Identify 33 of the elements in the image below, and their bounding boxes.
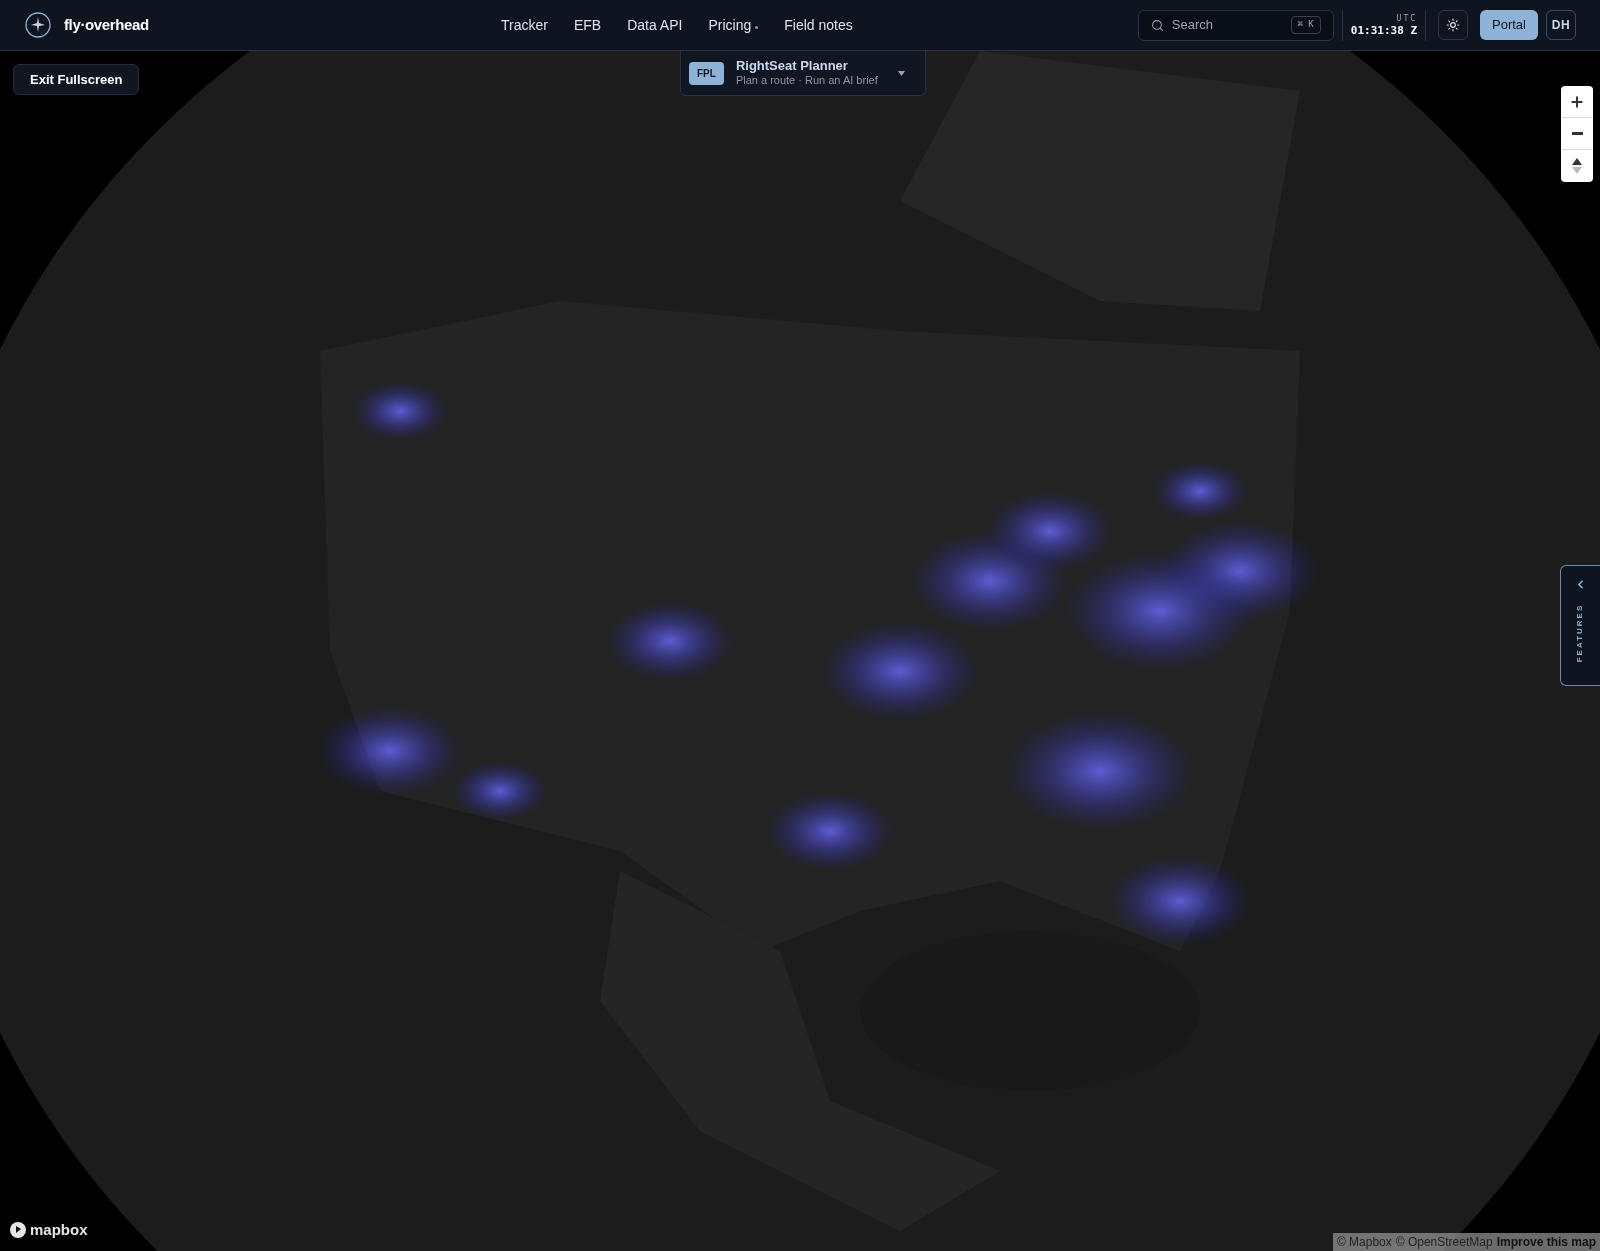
nav-link[interactable]: Field notes: [784, 14, 853, 36]
improve-map-link[interactable]: Improve this map: [1496, 1233, 1596, 1251]
search-field[interactable]: Search ⌘ K: [1137, 9, 1334, 41]
brand-name: fly·overhead: [64, 14, 149, 35]
attribution-text: © OpenStreetMap: [1395, 1234, 1493, 1251]
nav-link[interactable]: EFB: [573, 14, 602, 36]
plus-icon: [1569, 93, 1585, 110]
nav-link[interactable]: Tracker: [501, 14, 548, 36]
sun-icon: [1446, 18, 1461, 32]
shortcut-key: ⌘ K: [1290, 16, 1321, 34]
search-input[interactable]: Search: [1171, 15, 1283, 35]
planner-subtitle: Plan a route · Run an AI brief: [735, 74, 878, 88]
caret-icon: [755, 25, 759, 29]
mapbox-logo-icon: [10, 1221, 26, 1238]
caret-icon: [898, 70, 905, 76]
features-tab[interactable]: FEATURES: [1560, 565, 1600, 686]
planner-dropdown[interactable]: FPL RightSeat Planner Plan a route · Run an AI brief: [680, 51, 926, 96]
minus-icon: [1571, 132, 1583, 135]
nav-link[interactable]: Pricing: [708, 14, 759, 36]
clock-zone: UTC: [1396, 14, 1418, 23]
fpl-badge: FPL: [689, 61, 724, 85]
search-icon: [1150, 18, 1164, 32]
compass-arrows-icon: [1572, 158, 1582, 174]
portal-button[interactable]: Portal: [1480, 10, 1538, 40]
nav-link[interactable]: Data API: [627, 14, 683, 36]
avatar-button[interactable]: DH: [1546, 10, 1576, 40]
compass-plane-icon: [24, 11, 52, 39]
theme-toggle-button[interactable]: [1438, 10, 1469, 40]
mapbox-logo: mapbox: [30, 1219, 88, 1240]
exit-fullscreen-button[interactable]: Exit Fullscreen: [13, 64, 140, 95]
clock-time: 01:31:38 Z: [1350, 24, 1418, 36]
planner-title: RightSeat Planner: [735, 58, 849, 75]
attribution-text: © Mapbox: [1336, 1234, 1392, 1251]
